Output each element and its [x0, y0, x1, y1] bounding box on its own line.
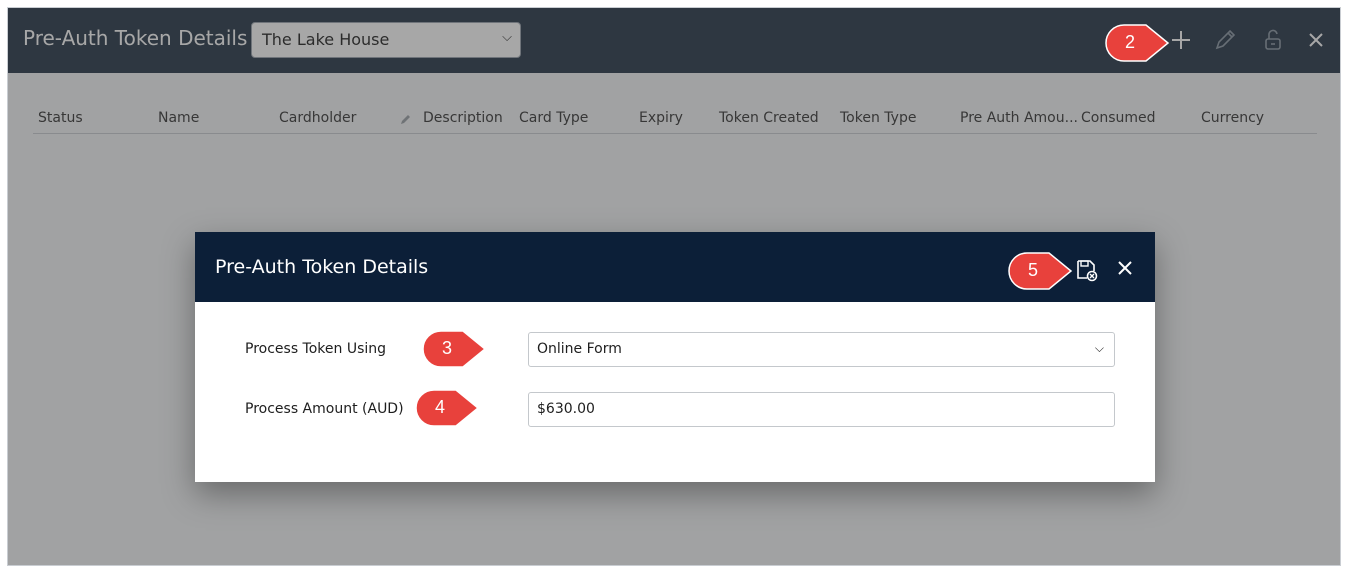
- dialog-close-icon[interactable]: [1115, 258, 1135, 278]
- process-amount-value: $630.00: [537, 401, 595, 417]
- process-amount-label: Process Amount (AUD): [245, 401, 404, 417]
- callout-number: 3: [441, 338, 452, 358]
- dialog-title: Pre-Auth Token Details: [215, 256, 429, 278]
- callout-number: 2: [1124, 32, 1135, 52]
- process-token-using-select[interactable]: Online Form ⌵: [528, 332, 1115, 367]
- callout-4: 4: [414, 388, 482, 428]
- callout-number: 5: [1027, 260, 1038, 280]
- process-token-using-value: Online Form: [537, 341, 622, 357]
- process-token-using-label: Process Token Using: [245, 341, 387, 357]
- chevron-down-icon: ⌵: [1094, 341, 1104, 355]
- app-window: Pre-Auth Token Details The Lake House ⌵ …: [7, 7, 1341, 566]
- callout-2: 2: [1104, 23, 1172, 63]
- save-cancel-icon[interactable]: [1075, 258, 1099, 282]
- callout-5: 5: [1007, 251, 1075, 291]
- process-amount-input[interactable]: $630.00: [528, 392, 1115, 427]
- callout-3: 3: [421, 329, 489, 369]
- callout-number: 4: [434, 397, 445, 417]
